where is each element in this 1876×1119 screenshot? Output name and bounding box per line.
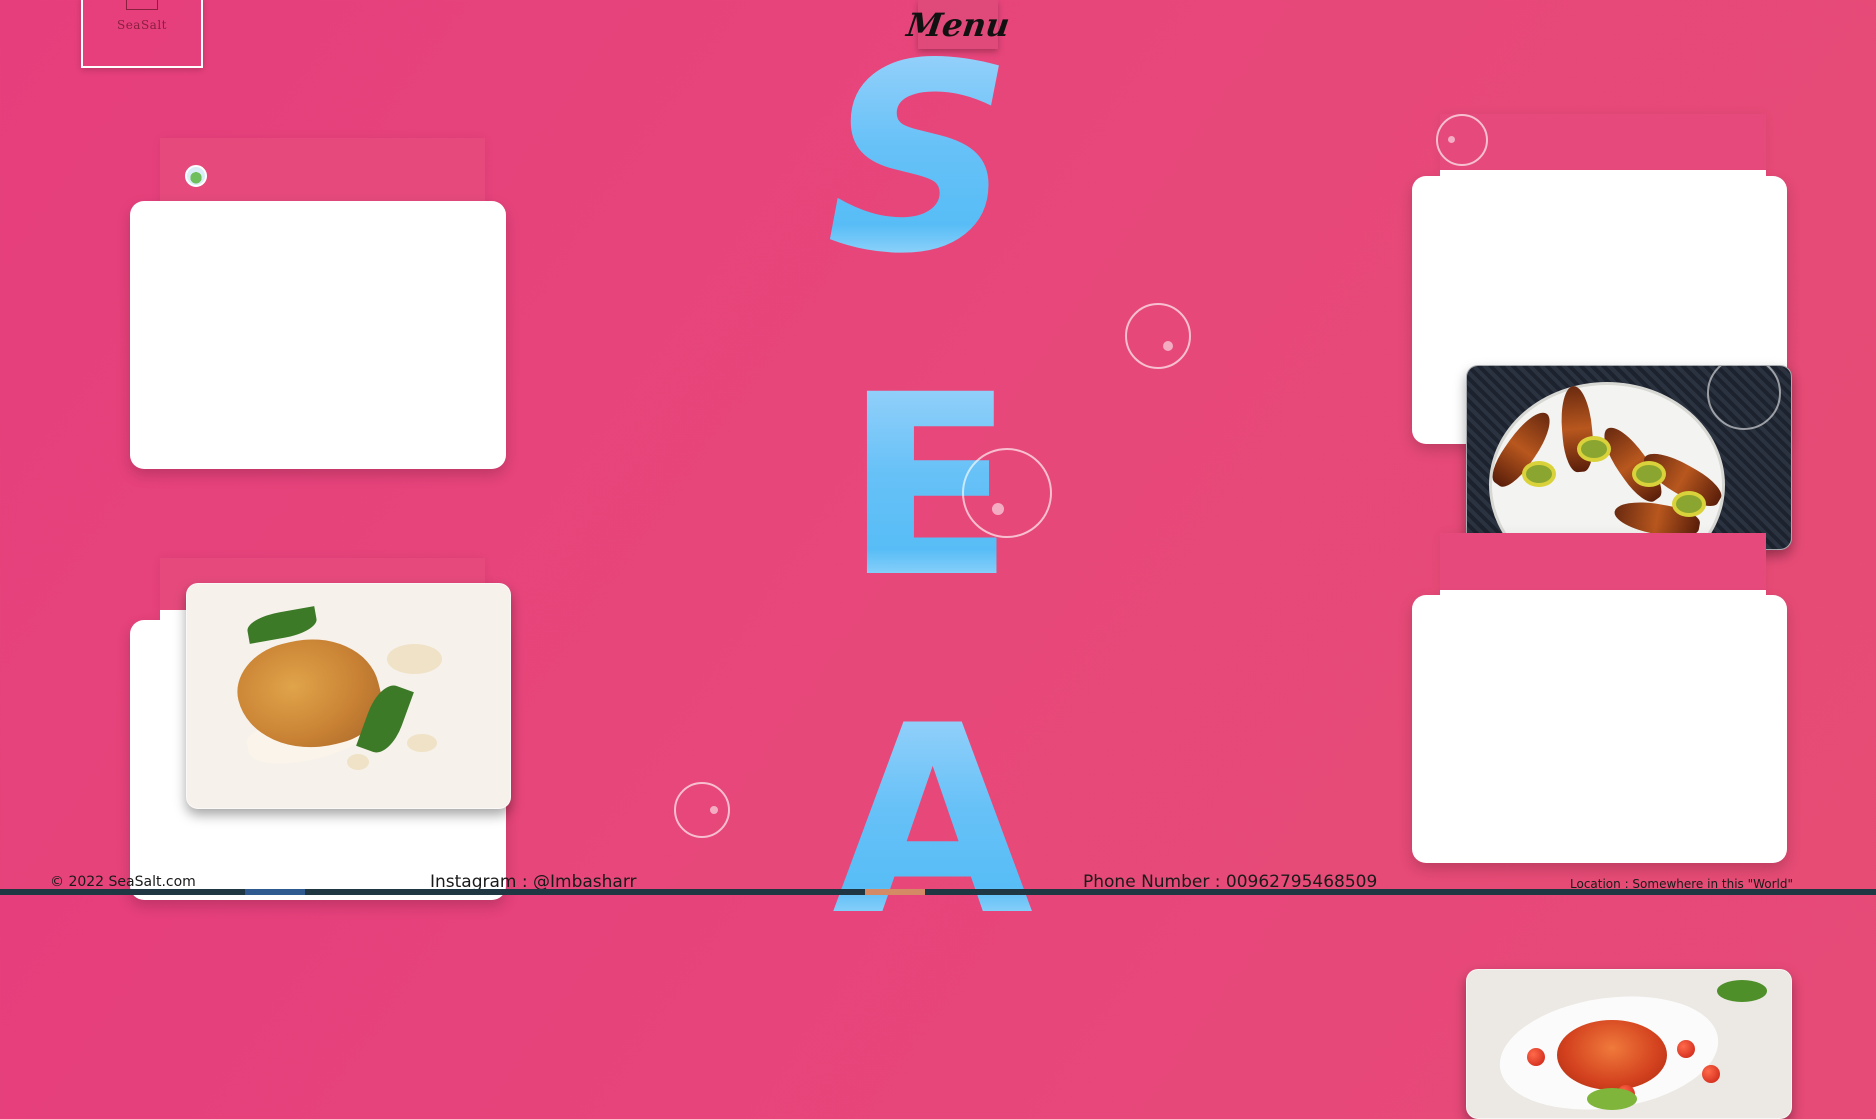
card-top-left[interactable] <box>130 201 506 469</box>
card-top-right-inner <box>1440 170 1766 353</box>
card-bottom-right-inner <box>1440 590 1766 736</box>
herb-leaf-icon <box>245 606 319 644</box>
footer-bar-accent <box>245 889 305 895</box>
hero-letter-a: A <box>832 671 1034 973</box>
wine-glass-icon <box>1707 366 1781 430</box>
card-bottom-right-backdrop <box>1440 533 1766 593</box>
card-top-right-backdrop <box>1440 114 1766 174</box>
logo-text: SeaSalt <box>116 18 167 32</box>
broken-image-icon <box>185 165 207 187</box>
logo-box[interactable]: SeaSalt <box>81 0 203 68</box>
dish-image-crab[interactable] <box>1466 969 1792 1119</box>
floating-bubble <box>674 782 730 838</box>
floating-bubble <box>962 448 1052 538</box>
floating-bubble <box>1125 303 1191 369</box>
footer-bar-accent <box>865 889 925 895</box>
dish-image-fish[interactable] <box>186 583 511 809</box>
logo-icon <box>126 0 158 10</box>
footer-copyright: © 2022 SeaSalt.com <box>50 874 196 890</box>
dish-image-grilled-fish[interactable] <box>1466 365 1792 550</box>
hero-letter-s: S <box>826 9 1014 311</box>
floating-bubble <box>1436 114 1488 166</box>
